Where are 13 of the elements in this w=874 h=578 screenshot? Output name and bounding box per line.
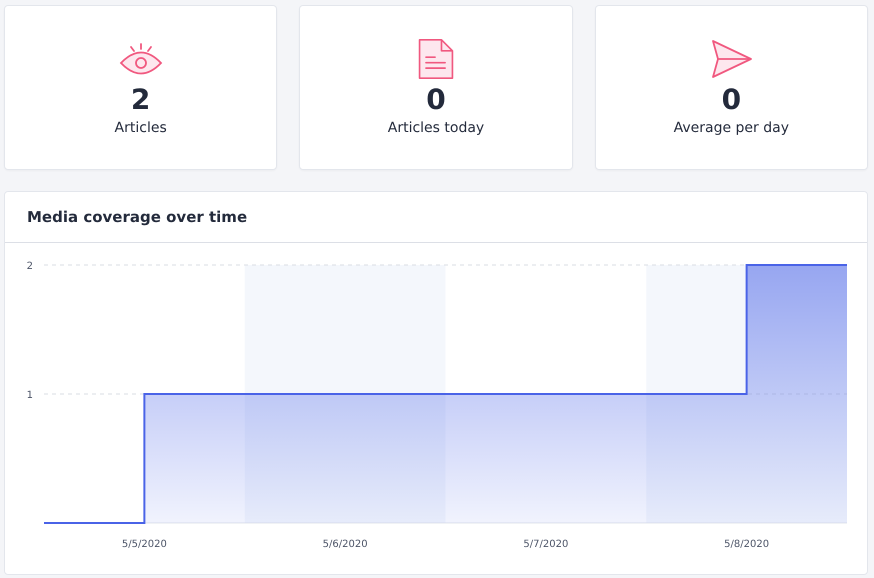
stat-value: 0 <box>426 84 446 116</box>
x-tick-label: 5/6/2020 <box>322 539 368 550</box>
x-tick-label: 5/5/2020 <box>122 539 167 550</box>
x-tick-label: 5/7/2020 <box>523 539 568 550</box>
y-tick-label: 1 <box>26 390 33 401</box>
stat-label: Average per day <box>674 120 790 136</box>
x-tick-label: 5/8/2020 <box>724 539 770 550</box>
chart-title: Media coverage over time <box>27 208 248 226</box>
stat-value: 2 <box>130 84 150 116</box>
stat-value: 0 <box>722 84 742 116</box>
y-tick-label: 2 <box>26 261 33 272</box>
stat-label: Articles today <box>388 120 484 136</box>
stat-label: Articles <box>114 120 167 136</box>
